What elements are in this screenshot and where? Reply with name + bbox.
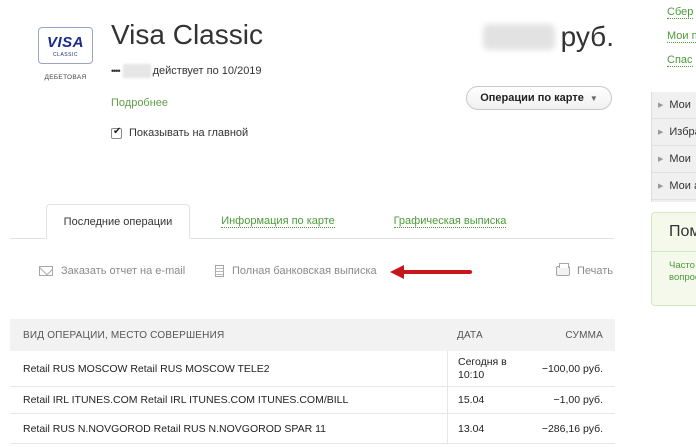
show-on-main-checkbox[interactable] bbox=[111, 126, 122, 139]
faq-link[interactable]: Часто вопрос bbox=[669, 260, 696, 284]
operation-date: Сегодня в 10:10 bbox=[447, 351, 525, 386]
document-icon bbox=[215, 265, 224, 277]
table-row[interactable]: Retail RUS MOSCOW Retail RUS MOSCOW TELE… bbox=[10, 351, 615, 387]
header-amount: СУММА bbox=[565, 329, 603, 341]
sidebar-menu-item[interactable]: ▶ Мои bbox=[652, 146, 696, 173]
operation-date: 15.04 bbox=[447, 387, 525, 413]
operation-amount: −100,00 руб. bbox=[541, 362, 603, 375]
red-arrow-annotation bbox=[390, 265, 472, 279]
operation-date-line1: Сегодня в bbox=[458, 355, 507, 368]
arrow-shaft bbox=[400, 270, 472, 274]
more-details-link[interactable]: Подробнее bbox=[111, 97, 168, 109]
balance-currency: руб. bbox=[560, 21, 614, 52]
sidebar-menu-item[interactable]: ▶ Мои а bbox=[652, 173, 696, 200]
print-label: Печать bbox=[577, 265, 614, 277]
blurred-card-digits bbox=[122, 64, 151, 78]
card-kind-label: ДЕБЕТОВАЯ bbox=[44, 74, 87, 81]
visa-brand-sub: CLASSIC bbox=[53, 52, 78, 58]
operation-amount: −286,16 руб. bbox=[541, 422, 603, 435]
triangle-right-icon: ▶ bbox=[658, 183, 664, 190]
print-action[interactable]: Печать bbox=[556, 263, 614, 277]
sidebar-menu-item[interactable]: ▶ Избра bbox=[652, 119, 696, 146]
header-operation: ВИД ОПЕРАЦИИ, МЕСТО СОВЕРШЕНИЯ bbox=[23, 329, 225, 341]
table-row[interactable]: Retail RUS N.NOVGOROD Retail RUS N.NOVGO… bbox=[10, 414, 615, 444]
sidebar-link[interactable]: Спас bbox=[667, 54, 693, 67]
right-sidebar: Сбер Мои п Спас ▶ Мои ▶ Избра ▶ Мои ▶ Мо… bbox=[651, 0, 696, 447]
operations-table: ВИД ОПЕРАЦИИ, МЕСТО СОВЕРШЕНИЯ ДАТА СУММ… bbox=[10, 319, 615, 444]
masked-card-number: •••• bbox=[111, 66, 121, 76]
tab-recent-operations[interactable]: Последние операции bbox=[46, 204, 190, 239]
triangle-right-icon: ▶ bbox=[658, 102, 664, 109]
card-operations-button[interactable]: Операции по карте ▼ bbox=[466, 86, 612, 110]
full-statement-action[interactable]: Полная банковская выписка bbox=[215, 265, 377, 277]
operation-date: 13.04 bbox=[447, 414, 525, 443]
arrow-head bbox=[390, 265, 404, 279]
full-statement-label: Полная банковская выписка bbox=[232, 265, 377, 277]
triangle-right-icon: ▶ bbox=[658, 129, 664, 136]
operation-description: Retail RUS MOSCOW Retail RUS MOSCOW TELE… bbox=[23, 362, 270, 375]
table-row[interactable]: Retail IRL ITUNES.COM Retail IRL ITUNES.… bbox=[10, 387, 615, 414]
tab-card-info-label: Информация по карте bbox=[221, 215, 335, 228]
blurred-balance-amount bbox=[482, 24, 555, 50]
tab-card-info[interactable]: Информация по карте bbox=[196, 204, 360, 239]
table-header: ВИД ОПЕРАЦИИ, МЕСТО СОВЕРШЕНИЯ ДАТА СУММ… bbox=[10, 319, 615, 351]
card-balance: руб. bbox=[482, 20, 614, 53]
visa-brand-text: VISA bbox=[46, 34, 84, 51]
help-title: Пом bbox=[669, 223, 696, 240]
visa-card-logo: VISA CLASSIC bbox=[38, 27, 93, 64]
card-title: Visa Classic bbox=[111, 19, 263, 50]
tab-recent-operations-label: Последние операции bbox=[63, 215, 173, 228]
operation-description: Retail IRL ITUNES.COM Retail IRL ITUNES.… bbox=[23, 394, 349, 406]
triangle-right-icon: ▶ bbox=[658, 156, 664, 163]
right-sidebar-menu: ▶ Мои ▶ Избра ▶ Мои ▶ Мои а bbox=[651, 92, 696, 202]
show-on-main-label: Показывать на главной bbox=[129, 127, 249, 139]
sidebar-link[interactable]: Сбер bbox=[667, 6, 694, 19]
email-report-action[interactable]: Заказать отчет на e-mail bbox=[39, 265, 185, 277]
operation-amount: −1,00 руб. bbox=[553, 394, 603, 406]
operation-date-line2: 10:10 bbox=[458, 368, 485, 381]
operation-description: Retail RUS N.NOVGOROD Retail RUS N.NOVGO… bbox=[23, 422, 327, 435]
help-panel: Пом Часто вопрос bbox=[651, 212, 696, 306]
tab-graphic-statement-label: Графическая выписка bbox=[393, 215, 507, 228]
envelope-icon bbox=[39, 266, 53, 276]
header-date: ДАТА bbox=[457, 329, 483, 341]
chevron-down-icon: ▼ bbox=[589, 93, 598, 103]
help-divider bbox=[652, 251, 696, 252]
sidebar-link[interactable]: Мои п bbox=[667, 30, 696, 43]
card-number-info: •••• действует по 10/2019 bbox=[111, 64, 262, 78]
card-operations-label: Операции по карте bbox=[480, 92, 584, 104]
email-report-label: Заказать отчет на e-mail bbox=[61, 265, 186, 277]
show-on-main-toggle[interactable]: Показывать на главной bbox=[111, 126, 249, 139]
sidebar-menu-item[interactable]: ▶ Мои bbox=[652, 92, 696, 119]
printer-icon bbox=[556, 263, 570, 276]
tab-graphic-statement[interactable]: Графическая выписка bbox=[368, 204, 532, 239]
card-valid-text: действует по 10/2019 bbox=[152, 65, 262, 77]
